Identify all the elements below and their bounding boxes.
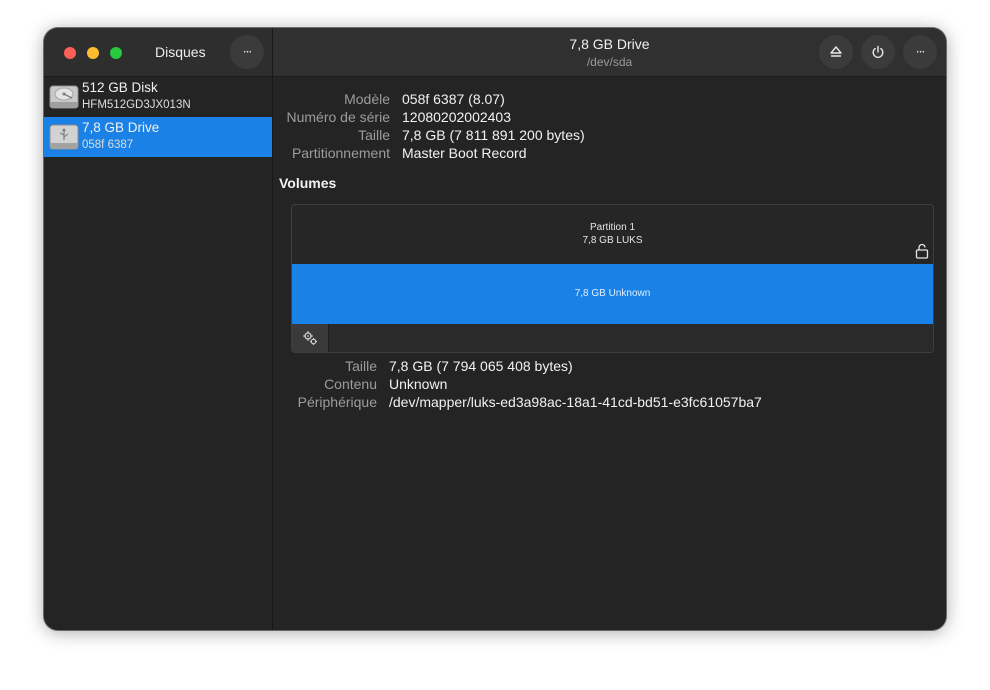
power-icon xyxy=(872,45,884,58)
close-window-button[interactable] xyxy=(64,47,76,59)
volume-options-button[interactable] xyxy=(292,324,329,352)
size-value: 7,8 GB (7 811 891 200 bytes) xyxy=(402,127,585,143)
drive-item-512gb-disk[interactable]: 512 GB Disk HFM512GD3JX013N xyxy=(44,77,272,117)
model-label: Modèle xyxy=(344,91,390,107)
volume-size-label: Taille xyxy=(345,358,377,374)
drive-name: 512 GB Disk xyxy=(82,80,158,95)
sidebar-headerbar: Disques ··· xyxy=(44,28,272,77)
partition-name: Partition 1 xyxy=(589,222,636,233)
drive-details: Modèle 058f 6387 (8.07) Numéro de série … xyxy=(273,77,946,630)
drive-model: 058f 6387 xyxy=(82,139,134,151)
volume-label: 7,8 GB Unknown xyxy=(574,288,651,299)
drive-list: 512 GB Disk HFM512GD3JX013N 7,8 GB Drive… xyxy=(44,77,272,630)
minimize-window-button[interactable] xyxy=(87,47,99,59)
unlocked-volume[interactable]: 7,8 GB Unknown xyxy=(292,264,933,324)
more-icon: ··· xyxy=(915,45,926,59)
volume-map: Partition 1 7,8 GB LUKS 7,8 GB Unknown xyxy=(291,204,934,353)
partition-size: 7,8 GB LUKS xyxy=(582,235,643,246)
partitioning-value: Master Boot Record xyxy=(402,145,527,161)
hard-disk-icon xyxy=(49,85,79,109)
volumes-heading: Volumes xyxy=(279,175,337,191)
partitioning-label: Partitionnement xyxy=(291,145,390,161)
gears-icon xyxy=(303,331,317,345)
size-label: Taille xyxy=(358,127,390,143)
eject-button[interactable] xyxy=(819,35,853,69)
more-icon: ··· xyxy=(242,45,253,59)
unlocked-icon xyxy=(915,243,929,259)
eject-icon xyxy=(830,46,842,57)
main-headerbar: 7,8 GB Drive /dev/sda ··· xyxy=(273,28,946,77)
drive-model: HFM512GD3JX013N xyxy=(82,99,191,111)
drive-item-7-8gb-drive[interactable]: 7,8 GB Drive 058f 6387 xyxy=(44,117,272,157)
volume-size-value: 7,8 GB (7 794 065 408 bytes) xyxy=(389,358,573,374)
drive-menu-button[interactable]: ··· xyxy=(903,35,937,69)
serial-label: Numéro de série xyxy=(286,109,391,125)
volume-toolbar xyxy=(292,324,933,352)
content-label: Contenu xyxy=(324,376,377,392)
content-value: Unknown xyxy=(389,376,448,392)
maximize-window-button[interactable] xyxy=(110,47,122,59)
device-label: Périphérique xyxy=(297,394,377,410)
partition-1[interactable]: Partition 1 7,8 GB LUKS xyxy=(292,205,933,264)
power-off-button[interactable] xyxy=(861,35,895,69)
model-value: 058f 6387 (8.07) xyxy=(402,91,505,107)
device-value: /dev/mapper/luks-ed3a98ac-18a1-41cd-bd51… xyxy=(389,394,762,410)
app-menu-button[interactable]: ··· xyxy=(230,35,264,69)
disks-window: Disques ··· 7,8 GB Drive /dev/sda ··· 51… xyxy=(44,28,946,630)
drive-name: 7,8 GB Drive xyxy=(82,120,160,135)
serial-value: 12080202002403 xyxy=(402,109,512,125)
usb-drive-icon xyxy=(49,124,79,150)
app-title: Disques xyxy=(155,44,206,60)
